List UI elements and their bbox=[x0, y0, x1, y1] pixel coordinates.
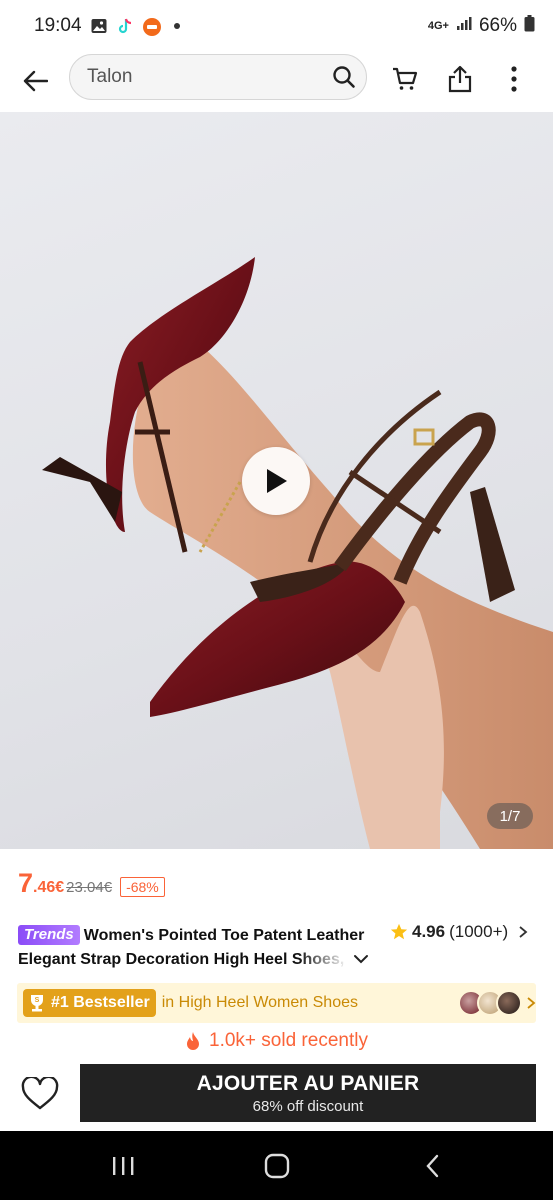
sold-recently-text: 1.0k+ sold recently bbox=[209, 1030, 368, 1051]
cart-icon bbox=[393, 67, 418, 90]
battery-level: 66% bbox=[478, 15, 517, 36]
network-icon: 4G+ bbox=[427, 20, 449, 32]
arrow-left-icon bbox=[23, 70, 48, 92]
product-image-carousel[interactable]: 1/7 bbox=[0, 112, 553, 849]
product-title[interactable]: Trends Women's Pointed Toe Patent Leather… bbox=[18, 924, 373, 972]
svg-text:S: S bbox=[35, 997, 40, 1004]
product-title-line2: Elegant Strap Decoration High Heel Shoes… bbox=[18, 951, 345, 968]
bestseller-banner[interactable]: S #1 Bestseller in High Heel Women Shoes bbox=[17, 983, 536, 1023]
bestseller-badge: S #1 Bestseller bbox=[23, 989, 156, 1017]
home-button[interactable] bbox=[257, 1149, 297, 1183]
tiktok-icon bbox=[116, 17, 134, 35]
trends-badge: Trends bbox=[18, 925, 80, 945]
product-title-line1: Women's Pointed Toe Patent Leather bbox=[83, 927, 365, 944]
play-video-button[interactable] bbox=[242, 447, 310, 515]
back-nav-button[interactable] bbox=[413, 1149, 453, 1183]
more-options-button[interactable] bbox=[497, 62, 531, 96]
gallery-icon bbox=[90, 17, 108, 35]
chevron-down-icon[interactable] bbox=[352, 950, 370, 968]
top-nav bbox=[0, 52, 553, 110]
signal-icon bbox=[456, 15, 472, 37]
battery-icon bbox=[524, 14, 535, 38]
sold-recently: 1.0k+ sold recently bbox=[0, 1026, 553, 1056]
add-to-cart-label: AJOUTER AU PANIER bbox=[196, 1071, 420, 1095]
back-chevron-icon bbox=[426, 1154, 439, 1178]
back-button[interactable] bbox=[18, 64, 52, 98]
share-icon bbox=[448, 65, 472, 93]
star-icon bbox=[390, 923, 408, 940]
system-navigation-bar bbox=[0, 1131, 553, 1200]
share-button[interactable] bbox=[443, 62, 477, 96]
recent-apps-button[interactable] bbox=[103, 1149, 143, 1183]
search-bar[interactable] bbox=[69, 54, 367, 100]
rating-summary[interactable]: 4.96 (1000+) bbox=[390, 922, 530, 942]
add-to-cart-subtitle: 68% off discount bbox=[252, 1097, 364, 1115]
search-icon[interactable] bbox=[332, 63, 356, 91]
chevron-right-icon bbox=[519, 926, 528, 938]
more-vertical-icon bbox=[511, 66, 517, 92]
chevron-right-icon bbox=[527, 997, 536, 1009]
bottom-action-bar: AJOUTER AU PANIER 68% off discount bbox=[0, 1060, 553, 1130]
cart-button[interactable] bbox=[388, 62, 422, 96]
price-row: 7 .46€ 23.04€ -68% bbox=[18, 868, 165, 899]
search-input[interactable] bbox=[87, 62, 332, 92]
app-notification-icon bbox=[142, 17, 161, 36]
sale-price-integer: 7 bbox=[18, 868, 34, 898]
home-icon bbox=[264, 1153, 290, 1179]
sale-price-decimal: .46€ bbox=[33, 879, 65, 896]
discount-badge: -68% bbox=[120, 877, 165, 897]
play-icon bbox=[267, 469, 287, 493]
rating-count: (1000+) bbox=[449, 922, 509, 941]
image-counter: 1/7 bbox=[487, 803, 533, 829]
bestseller-label: #1 Bestseller bbox=[51, 994, 150, 1011]
trophy-icon: S bbox=[31, 995, 43, 1012]
recent-apps-icon bbox=[113, 1157, 134, 1175]
heart-icon bbox=[21, 1077, 59, 1110]
fire-icon bbox=[187, 1032, 200, 1050]
wishlist-button[interactable] bbox=[18, 1072, 62, 1116]
add-to-cart-button[interactable]: AJOUTER AU PANIER 68% off discount bbox=[80, 1064, 536, 1122]
more-notifications-icon bbox=[173, 23, 180, 29]
bestseller-category: in High Heel Women Shoes bbox=[161, 994, 358, 1011]
rating-score: 4.96 bbox=[412, 922, 446, 941]
bestseller-thumbnails bbox=[458, 990, 522, 1016]
status-time: 19:04 bbox=[34, 15, 82, 36]
original-price: 23.04€ bbox=[66, 879, 113, 896]
status-bar: 19:04 4G+ 66% bbox=[0, 0, 553, 52]
thumbnail bbox=[496, 990, 522, 1016]
